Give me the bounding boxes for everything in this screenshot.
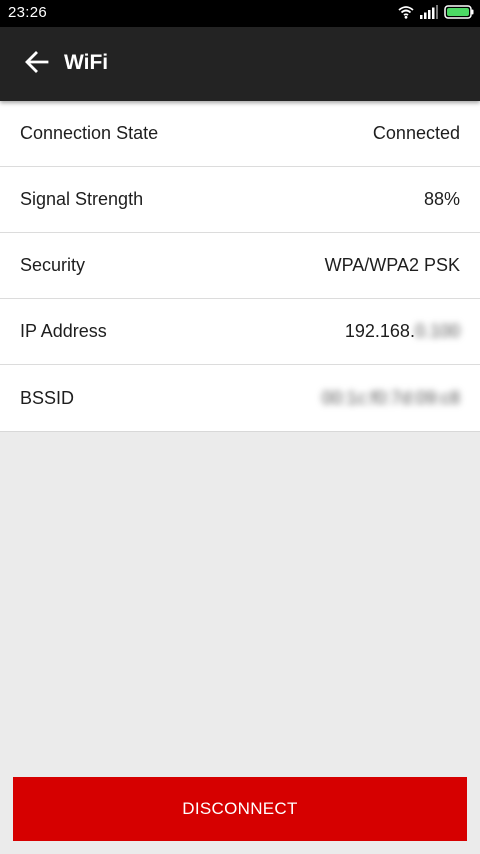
wifi-icon — [398, 5, 414, 24]
row-label: Signal Strength — [20, 189, 144, 209]
row-label: Security — [20, 255, 86, 275]
app-bar: WiFi — [0, 27, 480, 101]
row-value: Connected — [372, 123, 460, 143]
status-icons — [398, 4, 474, 24]
ip-blurred-part: 0.100 — [414, 321, 460, 341]
row-value: 88% — [423, 189, 460, 209]
info-row-bssid: BSSID 00:1c:f0:7d:09:c8 — [0, 365, 480, 431]
status-time: 23:26 — [8, 4, 48, 21]
status-bar: 23:26 — [0, 0, 480, 27]
signal-icon — [420, 4, 438, 24]
info-row-connection-state: Connection State Connected — [0, 101, 480, 167]
battery-icon — [444, 4, 474, 24]
disconnect-button[interactable]: DISCONNECT — [13, 777, 467, 841]
ip-visible-part: 192.168. — [344, 321, 415, 341]
row-label: BSSID — [20, 387, 75, 408]
row-label: IP Address — [20, 321, 107, 341]
page-title: WiFi — [64, 51, 109, 74]
info-row-signal-strength: Signal Strength 88% — [0, 167, 480, 233]
info-row-ip-address: IP Address 192.168.0.100 — [0, 299, 480, 365]
row-value: 192.168.0.100 — [345, 321, 460, 342]
row-label: Connection State — [20, 123, 159, 143]
bssid-blurred-value: 00:1c:f0:7d:09:c8 — [321, 387, 460, 408]
connection-info-list: Connection State Connected Signal Streng… — [0, 101, 480, 432]
back-button[interactable] — [20, 47, 54, 81]
info-row-security: Security WPA/WPA2 PSK — [0, 233, 480, 299]
row-value: WPA/WPA2 PSK — [324, 255, 460, 275]
arrow-left-icon — [25, 50, 49, 78]
